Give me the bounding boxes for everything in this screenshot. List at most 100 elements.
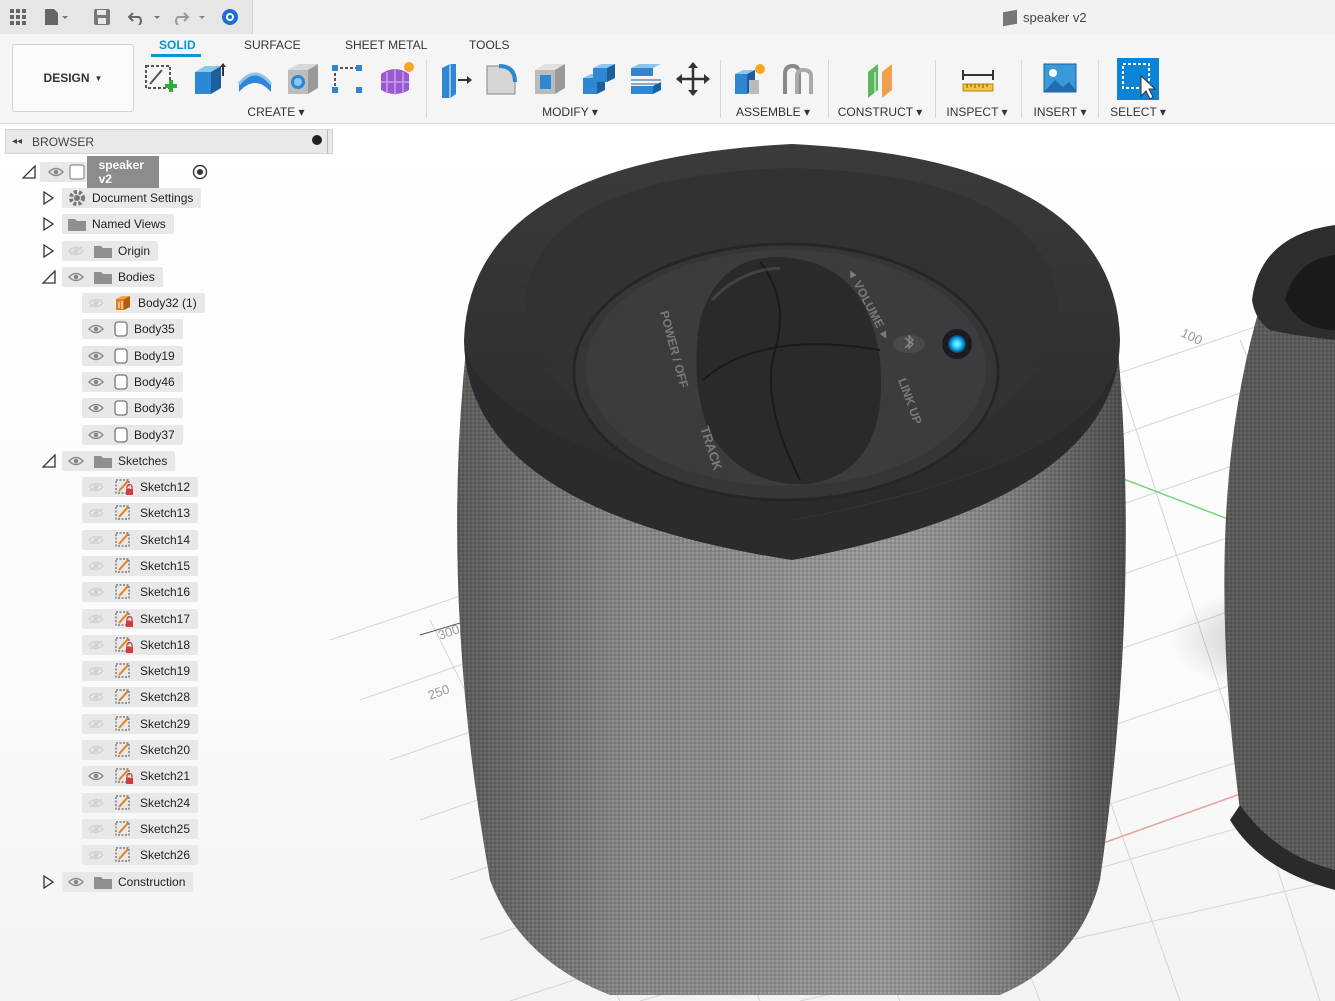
fillet-icon[interactable]	[483, 60, 521, 98]
visibility-eye-icon[interactable]	[88, 324, 104, 334]
collapsed-caret-icon[interactable]	[42, 216, 55, 234]
tree-item-chip: Origin	[62, 241, 159, 261]
activate-component-icon[interactable]	[192, 164, 208, 183]
hole-icon[interactable]	[284, 60, 322, 98]
measure-icon[interactable]	[959, 60, 997, 98]
hidden-eye-icon[interactable]	[88, 508, 104, 518]
visibility-eye-icon[interactable]	[68, 877, 84, 887]
collapsed-caret-icon[interactable]	[42, 190, 55, 208]
sketch-locked-icon	[114, 766, 134, 786]
expanded-caret-icon[interactable]	[41, 269, 56, 287]
grid-label-300: 300	[436, 621, 462, 643]
split-body-icon[interactable]	[627, 60, 665, 98]
tab-sheet-metal[interactable]: SHEET METAL	[345, 38, 427, 52]
panel-resize-handle[interactable]	[327, 130, 332, 153]
tree-item-label: Sketch17	[140, 611, 191, 626]
hidden-eye-icon[interactable]	[88, 298, 104, 308]
tab-surface[interactable]: SURFACE	[244, 38, 301, 52]
sketch-icon	[114, 687, 134, 707]
grid-label-250: 250	[426, 681, 452, 703]
tree-item-chip: speaker v2	[40, 156, 160, 188]
hidden-eye-icon[interactable]	[88, 535, 104, 545]
undo-icon[interactable]	[128, 8, 162, 26]
hidden-eye-icon[interactable]	[88, 824, 104, 834]
visibility-eye-icon[interactable]	[68, 272, 84, 282]
visibility-eye-icon[interactable]	[88, 377, 104, 387]
tab-tools[interactable]: TOOLS	[469, 38, 509, 52]
visibility-eye-icon[interactable]	[48, 167, 64, 177]
select-menu[interactable]: SELECT ▾	[1110, 105, 1166, 119]
redo-icon[interactable]	[173, 8, 207, 26]
tab-solid[interactable]: SOLID	[159, 38, 196, 52]
collapse-panel-icon[interactable]: ◂◂	[12, 136, 22, 147]
browser-panel: ◂◂ BROWSER speaker v2 Document Settings Na…	[0, 124, 333, 904]
select-icon[interactable]	[1117, 58, 1159, 100]
hidden-eye-icon[interactable]	[88, 850, 104, 860]
tree-item-chip: Body46	[82, 371, 183, 392]
sketch-icon	[114, 582, 134, 602]
move-copy-icon[interactable]	[674, 60, 712, 98]
extrude-icon[interactable]	[189, 60, 227, 98]
sketch-icon	[114, 556, 134, 576]
create-menu[interactable]: CREATE ▾	[247, 105, 304, 119]
workspace-switcher-button[interactable]: DESIGN ▼	[12, 44, 134, 112]
tree-item-label: Bodies	[118, 270, 155, 284]
create-sketch-icon[interactable]	[142, 60, 180, 98]
visibility-eye-icon[interactable]	[88, 351, 104, 361]
sketch-locked-icon	[114, 609, 134, 629]
modify-menu[interactable]: MODIFY ▾	[542, 105, 598, 119]
hidden-eye-icon[interactable]	[88, 798, 104, 808]
hidden-eye-icon[interactable]	[88, 561, 104, 571]
panel-options-icon[interactable]	[312, 135, 322, 145]
sketch-icon	[114, 530, 134, 550]
create-form-icon[interactable]	[377, 60, 415, 98]
new-component-icon[interactable]	[731, 60, 769, 98]
construct-menu[interactable]: CONSTRUCT ▾	[838, 105, 922, 119]
hidden-eye-icon[interactable]	[88, 614, 104, 624]
expanded-caret-icon[interactable]	[21, 164, 36, 182]
hidden-eye-icon[interactable]	[88, 719, 104, 729]
assemble-menu[interactable]: ASSEMBLE ▾	[736, 105, 810, 119]
hidden-eye-icon[interactable]	[88, 587, 104, 597]
revolve-icon[interactable]	[236, 60, 274, 98]
folder-icon	[94, 244, 112, 258]
visibility-eye-icon[interactable]	[88, 771, 104, 781]
expanded-caret-icon[interactable]	[41, 453, 56, 471]
hidden-eye-icon[interactable]	[88, 666, 104, 676]
save-icon[interactable]	[94, 8, 110, 26]
file-menu-icon[interactable]	[44, 8, 68, 26]
hidden-eye-icon[interactable]	[88, 745, 104, 755]
folder-icon	[94, 270, 112, 284]
folder-icon	[94, 875, 112, 889]
tree-item-label: Construction	[118, 875, 186, 889]
visibility-eye-icon[interactable]	[68, 456, 84, 466]
visibility-eye-icon[interactable]	[88, 403, 104, 413]
combine-icon[interactable]	[579, 60, 617, 98]
tree-item-chip: Sketch15	[82, 555, 199, 576]
tree-item-chip: Body36	[82, 398, 183, 419]
job-status-icon[interactable]	[221, 8, 239, 26]
hidden-eye-icon[interactable]	[88, 692, 104, 702]
pattern-icon[interactable]	[329, 60, 367, 98]
app-grid-icon[interactable]	[10, 8, 26, 26]
hidden-eye-icon[interactable]	[68, 246, 84, 256]
joint-icon[interactable]	[779, 60, 817, 98]
insert-menu[interactable]: INSERT ▾	[1034, 105, 1087, 119]
shell-icon[interactable]	[531, 60, 569, 98]
tree-item-label: Named Views	[92, 217, 166, 231]
tree-item-label: Sketch28	[140, 690, 191, 705]
inspect-menu[interactable]: INSPECT ▾	[946, 105, 1007, 119]
insert-image-icon[interactable]	[1041, 60, 1079, 98]
hidden-eye-icon[interactable]	[88, 482, 104, 492]
tree-item-label: Sketches	[118, 454, 168, 468]
tree-item-chip: Sketch16	[82, 582, 199, 603]
tree-item-chip: Sketch19	[82, 661, 199, 682]
press-pull-icon[interactable]	[436, 60, 474, 98]
collapsed-caret-icon[interactable]	[42, 243, 55, 261]
visibility-eye-icon[interactable]	[88, 430, 104, 440]
collapsed-caret-icon[interactable]	[42, 874, 55, 892]
offset-plane-icon[interactable]	[862, 60, 900, 98]
tree-item-label: Document Settings	[92, 191, 194, 205]
hidden-eye-icon[interactable]	[88, 640, 104, 650]
tree-item-label: Body19	[134, 348, 175, 363]
